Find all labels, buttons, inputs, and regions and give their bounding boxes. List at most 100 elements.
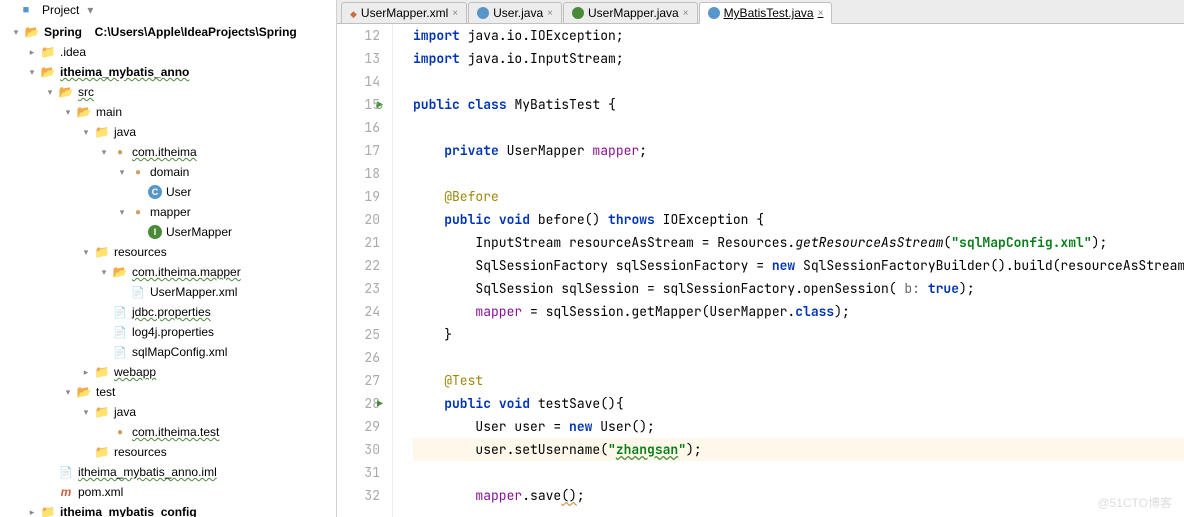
properties-icon bbox=[112, 304, 128, 320]
java-src-icon: 📁 bbox=[94, 124, 110, 140]
tree-item-usermapper-xml[interactable]: UserMapper.xml bbox=[0, 282, 336, 302]
tree-item-com-itheima-test[interactable]: com.itheima.test bbox=[0, 422, 336, 442]
folder-icon bbox=[40, 44, 56, 60]
root-name: Spring bbox=[44, 25, 82, 39]
item-label: com.itheima.mapper bbox=[132, 265, 241, 279]
tree-item-module-config[interactable]: ▸ itheima_mybatis_config bbox=[0, 502, 336, 517]
chevron-down-icon[interactable]: ▾ bbox=[24, 64, 40, 80]
module-icon bbox=[40, 504, 56, 517]
tree-item-main-java[interactable]: ▾ 📁 java bbox=[0, 122, 336, 142]
item-label: com.itheima.test bbox=[132, 425, 219, 439]
tree-item-test-resources[interactable]: 📁 resources bbox=[0, 442, 336, 462]
interface-icon: I bbox=[148, 225, 162, 239]
tree-item-resources[interactable]: ▾ 📁 resources bbox=[0, 242, 336, 262]
xml-icon bbox=[350, 6, 357, 20]
tree-item-log4j-props[interactable]: log4j.properties bbox=[0, 322, 336, 342]
project-root[interactable]: ▾ Spring C:\Users\Apple\IdeaProjects\Spr… bbox=[0, 22, 336, 42]
folder-icon bbox=[76, 104, 92, 120]
tree-item-sqlmap-xml[interactable]: sqlMapConfig.xml bbox=[0, 342, 336, 362]
item-label: jdbc.properties bbox=[132, 305, 211, 319]
tree-item-com-itheima-mapper[interactable]: ▾ com.itheima.mapper bbox=[0, 262, 336, 282]
chevron-down-icon[interactable]: ▾ bbox=[60, 384, 76, 400]
tree-item-pom[interactable]: pom.xml bbox=[0, 482, 336, 502]
item-label: webapp bbox=[114, 365, 156, 379]
tree-item-idea[interactable]: ▸ .idea bbox=[0, 42, 336, 62]
chevron-down-icon[interactable]: ▾ bbox=[42, 84, 58, 100]
root-path: C:\Users\Apple\IdeaProjects\Spring bbox=[89, 23, 303, 41]
tree-item-test[interactable]: ▾ test bbox=[0, 382, 336, 402]
tree-item-main[interactable]: ▾ main bbox=[0, 102, 336, 122]
tree-item-mapper-pkg[interactable]: ▾ mapper bbox=[0, 202, 336, 222]
item-label: itheima_mybatis_anno bbox=[60, 65, 189, 79]
test-resources-icon: 📁 bbox=[94, 444, 110, 460]
item-label: itheima_mybatis_config bbox=[60, 505, 197, 517]
item-label: UserMapper.xml bbox=[150, 285, 237, 299]
code-editor[interactable]: 12131415▶↻16171819202122232425262728▶293… bbox=[337, 24, 1184, 517]
chevron-down-icon[interactable]: ▾ bbox=[78, 404, 94, 420]
tab-mybatistest-java[interactable]: MyBatisTest.java × bbox=[699, 2, 833, 24]
tree-item-user-class[interactable]: C User bbox=[0, 182, 336, 202]
chevron-right-icon[interactable]: ▸ bbox=[78, 364, 94, 380]
close-icon[interactable]: × bbox=[547, 8, 553, 19]
project-tool-window[interactable]: Project ▾ ▾ Spring C:\Users\Apple\IdeaPr… bbox=[0, 0, 337, 517]
item-label: test bbox=[96, 385, 115, 399]
code-area[interactable]: import java.io.IOException; import java.… bbox=[393, 24, 1184, 517]
project-header[interactable]: Project ▾ bbox=[0, 0, 336, 20]
tab-label: User.java bbox=[493, 6, 543, 20]
chevron-down-icon[interactable]: ▾ bbox=[78, 244, 94, 260]
tab-usermapper-java[interactable]: UserMapper.java × bbox=[563, 2, 698, 23]
package-icon bbox=[112, 144, 128, 160]
close-icon[interactable]: × bbox=[818, 8, 824, 19]
interface-icon bbox=[572, 7, 584, 19]
tab-label: MyBatisTest.java bbox=[724, 6, 814, 20]
test-src-icon: 📁 bbox=[94, 404, 110, 420]
package-icon bbox=[130, 164, 146, 180]
item-label: UserMapper bbox=[166, 225, 232, 239]
item-label: main bbox=[96, 105, 122, 119]
class-icon bbox=[477, 7, 489, 19]
recursive-gutter-icon[interactable]: ↻ bbox=[375, 93, 383, 116]
run-gutter-icon[interactable]: ▶ bbox=[377, 392, 383, 415]
class-icon: C bbox=[148, 185, 162, 199]
close-icon[interactable]: × bbox=[683, 8, 689, 19]
editor-tabs: UserMapper.xml × User.java × UserMapper.… bbox=[337, 0, 1184, 24]
watermark: @51CTO博客 bbox=[1097, 494, 1172, 511]
package-icon bbox=[112, 424, 128, 440]
tree-item-com-itheima[interactable]: ▾ com.itheima bbox=[0, 142, 336, 162]
chevron-down-icon[interactable]: ▾ bbox=[78, 124, 94, 140]
xml-icon bbox=[112, 344, 128, 360]
tab-user-java[interactable]: User.java × bbox=[468, 2, 562, 23]
tree-item-webapp[interactable]: ▸ webapp bbox=[0, 362, 336, 382]
tree-item-src[interactable]: ▾ src bbox=[0, 82, 336, 102]
item-label: itheima_mybatis_anno.iml bbox=[78, 465, 217, 479]
tree-item-usermapper[interactable]: I UserMapper bbox=[0, 222, 336, 242]
item-label: java bbox=[114, 405, 136, 419]
project-label: Project bbox=[42, 3, 79, 17]
chevron-right-icon[interactable]: ▸ bbox=[24, 44, 40, 60]
item-label: com.itheima bbox=[132, 145, 197, 159]
chevron-down-icon[interactable]: ▾ bbox=[96, 264, 112, 280]
tree-item-iml[interactable]: itheima_mybatis_anno.iml bbox=[0, 462, 336, 482]
chevron-down-icon[interactable]: ▾ bbox=[114, 164, 130, 180]
chevron-down-icon[interactable]: ▾ bbox=[60, 104, 76, 120]
tree-item-test-java[interactable]: ▾ 📁 java bbox=[0, 402, 336, 422]
collapse-icon[interactable]: ▾ bbox=[87, 3, 93, 17]
chevron-down-icon[interactable]: ▾ bbox=[8, 24, 24, 40]
properties-icon bbox=[112, 324, 128, 340]
editor-gutter[interactable]: 12131415▶↻16171819202122232425262728▶293… bbox=[337, 24, 393, 517]
chevron-right-icon[interactable]: ▸ bbox=[24, 504, 40, 517]
folder-icon bbox=[76, 384, 92, 400]
item-label: resources bbox=[114, 245, 167, 259]
chevron-down-icon[interactable]: ▾ bbox=[114, 204, 130, 220]
iml-icon bbox=[58, 464, 74, 480]
chevron-down-icon[interactable]: ▾ bbox=[96, 144, 112, 160]
tab-label: UserMapper.java bbox=[588, 6, 679, 20]
tab-usermapper-xml[interactable]: UserMapper.xml × bbox=[341, 2, 467, 23]
tree-item-jdbc-props[interactable]: jdbc.properties bbox=[0, 302, 336, 322]
close-icon[interactable]: × bbox=[452, 8, 458, 19]
resources-icon: 📁 bbox=[94, 244, 110, 260]
tree-item-domain[interactable]: ▾ domain bbox=[0, 162, 336, 182]
package-icon bbox=[130, 204, 146, 220]
tree-item-module-anno[interactable]: ▾ itheima_mybatis_anno bbox=[0, 62, 336, 82]
item-label: src bbox=[78, 85, 94, 99]
